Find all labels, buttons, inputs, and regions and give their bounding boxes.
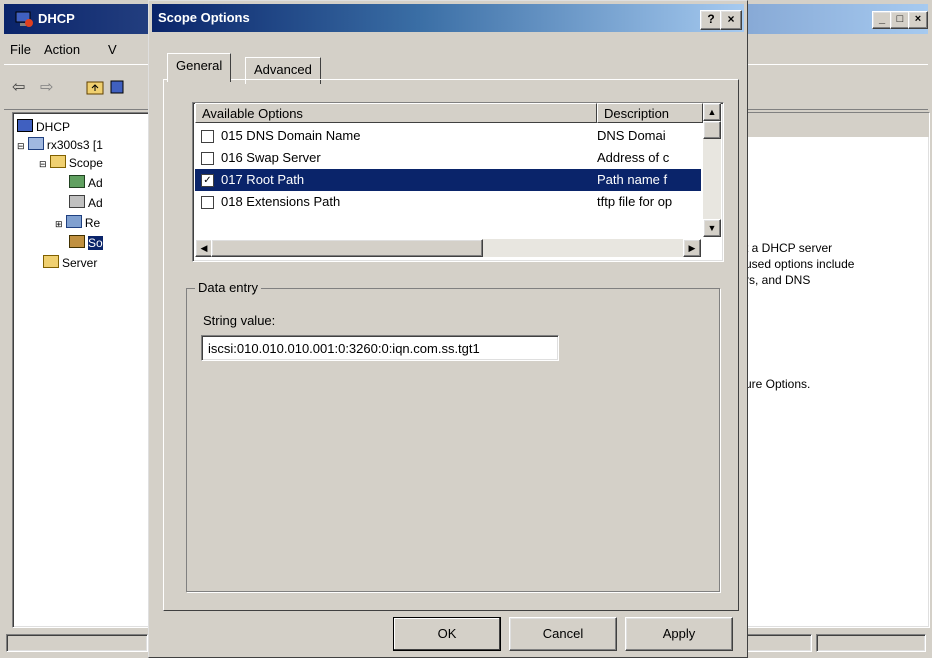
details-header — [739, 113, 929, 137]
option-checkbox[interactable] — [201, 130, 214, 143]
address-leases-icon — [69, 195, 85, 208]
available-options-list[interactable]: Available Options Description 015 DNS Do… — [192, 102, 724, 262]
tree-item-scope[interactable]: ⊟ Scope — [39, 155, 103, 170]
tree-item-address-leases[interactable]: Ad — [69, 195, 103, 210]
folder-icon — [43, 255, 59, 268]
help-button[interactable]: ? — [700, 10, 722, 30]
option-description: Path name f — [597, 172, 668, 187]
scroll-down-icon[interactable]: ▼ — [703, 219, 721, 237]
option-description: tftp file for op — [597, 194, 673, 209]
option-checkbox-checked[interactable]: ✓ — [201, 174, 214, 187]
dhcp-app-icon — [15, 11, 33, 27]
up-folder-icon[interactable] — [86, 79, 104, 95]
data-entry-group: Data entry String value: — [186, 280, 720, 592]
scroll-up-icon[interactable]: ▲ — [703, 103, 721, 121]
option-row[interactable]: 016 Swap Server Address of c — [195, 147, 701, 169]
menu-file[interactable]: File — [10, 42, 31, 57]
horizontal-scrollbar[interactable]: ◀ ▶ — [195, 239, 701, 257]
forward-icon[interactable]: ⇨ — [40, 77, 53, 97]
status-cell — [816, 634, 926, 652]
main-window-title: DHCP — [38, 11, 75, 26]
scope-options-icon — [69, 235, 85, 248]
tree-item-address-pool[interactable]: Ad — [69, 175, 103, 190]
address-pool-icon — [69, 175, 85, 188]
dialog-close-button[interactable]: × — [720, 10, 742, 30]
option-row[interactable]: 015 DNS Domain Name DNS Domai — [195, 125, 701, 147]
option-name: 018 Extensions Path — [221, 194, 341, 209]
tree-item-scope-options[interactable]: So — [69, 235, 103, 250]
string-value-label: String value: — [203, 313, 276, 328]
tree-item-dhcp[interactable]: DHCP — [17, 119, 70, 134]
scroll-right-icon[interactable]: ▶ — [683, 239, 701, 257]
tab-general[interactable]: General — [167, 53, 232, 82]
server-icon — [27, 137, 44, 150]
apply-button[interactable]: Apply — [625, 617, 733, 651]
tree-item-server[interactable]: ⊟ rx300s3 [1 — [17, 137, 103, 152]
console-tree: DHCP ⊟ rx300s3 [1 ⊟ Scope Ad Ad ⊞ Re So … — [12, 112, 164, 628]
option-checkbox[interactable] — [201, 196, 214, 209]
column-header-description[interactable]: Description — [597, 103, 703, 123]
maximize-button[interactable]: □ — [890, 11, 910, 29]
details-text-line: t a DHCP server — [745, 241, 833, 255]
scroll-thumb[interactable] — [703, 121, 721, 139]
option-row-selected[interactable]: ✓ 017 Root Path Path name f — [195, 169, 701, 191]
cancel-button[interactable]: Cancel — [509, 617, 617, 651]
option-checkbox[interactable] — [201, 152, 214, 165]
column-header-available-options[interactable]: Available Options — [195, 103, 597, 123]
ok-button[interactable]: OK — [393, 617, 501, 651]
details-text-line: used options include — [745, 257, 855, 271]
option-row[interactable]: 018 Extensions Path tftp file for op — [195, 191, 701, 213]
option-name: 016 Swap Server — [221, 150, 321, 165]
dhcp-icon — [17, 119, 33, 132]
data-entry-legend: Data entry — [195, 280, 261, 295]
scroll-thumb[interactable] — [211, 239, 483, 257]
option-name: 015 DNS Domain Name — [221, 128, 361, 143]
details-pane: t a DHCP server used options include rs,… — [738, 112, 930, 628]
menu-action[interactable]: Action — [44, 42, 80, 57]
status-cell — [6, 634, 148, 652]
menu-view[interactable]: V — [108, 42, 117, 57]
string-value-input[interactable] — [201, 335, 559, 361]
option-description: DNS Domai — [597, 128, 666, 143]
reservations-icon — [65, 215, 82, 228]
console-icon[interactable] — [110, 79, 124, 95]
option-name: 017 Root Path — [221, 172, 305, 187]
option-description: Address of c — [597, 150, 670, 165]
scope-options-dialog: Scope Options ? × General Advanced Avail… — [148, 0, 748, 658]
back-icon[interactable]: ⇦ — [12, 77, 25, 97]
vertical-scrollbar[interactable]: ▲ ▼ — [703, 103, 721, 237]
dialog-titlebar[interactable]: Scope Options ? × — [152, 4, 744, 32]
collapse-icon[interactable]: ⊟ — [39, 159, 47, 169]
collapse-icon[interactable]: ⊟ — [17, 141, 25, 151]
tab-panel-general: Available Options Description 015 DNS Do… — [163, 79, 739, 611]
expand-icon[interactable]: ⊞ — [55, 219, 63, 229]
dialog-title: Scope Options — [158, 10, 250, 25]
tree-item-server-options[interactable]: Server — [43, 255, 97, 270]
folder-icon — [49, 155, 66, 168]
tree-item-reservations[interactable]: ⊞ Re — [55, 215, 100, 230]
details-text-line: rs, and DNS — [745, 273, 811, 287]
close-button[interactable]: × — [908, 11, 928, 29]
minimize-button[interactable]: _ — [872, 11, 892, 29]
details-text-line: ure Options. — [745, 377, 811, 391]
status-cell — [744, 634, 812, 652]
